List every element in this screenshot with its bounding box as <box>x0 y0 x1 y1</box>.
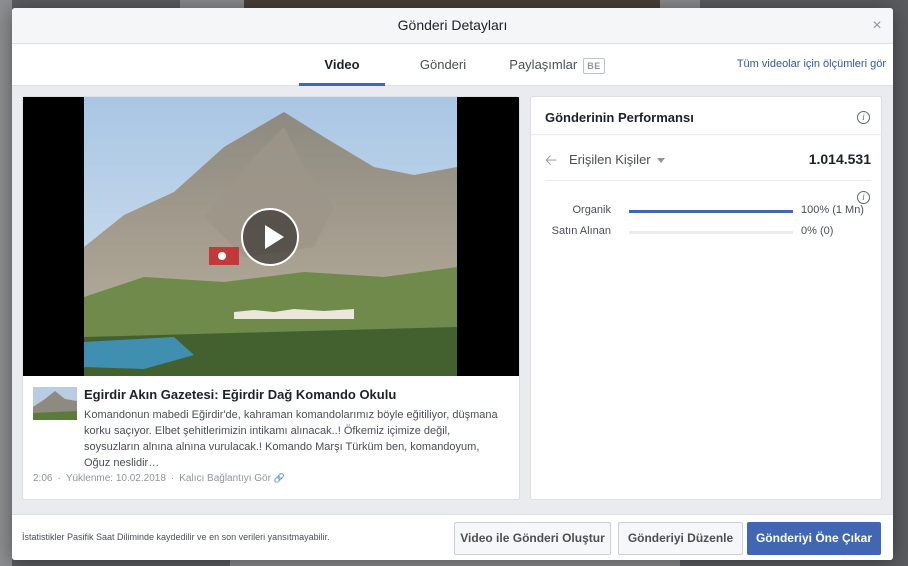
video-card: Egirdir Akın Gazetesi: Eğirdir Dağ Koman… <box>22 96 520 500</box>
create-post-with-video-button[interactable]: Video ile Gönderi Oluştur <box>454 522 611 555</box>
background-left-column <box>0 0 12 566</box>
play-button[interactable] <box>241 208 299 266</box>
metric-dropdown[interactable]: Erişilen Kişiler <box>569 152 665 167</box>
beta-badge: BE <box>583 57 605 74</box>
video-mini-thumbnail <box>33 387 77 420</box>
back-arrow-icon[interactable]: 🡠 <box>545 150 557 175</box>
video-meta: 2:06 · Yüklenme: 10.02.2018 · Kalıcı Bağlant… <box>33 473 285 484</box>
organic-bar-row: Organik 100% (1 Mn) <box>531 204 871 220</box>
tab-video-label: Video <box>324 57 360 72</box>
organic-bar-track <box>629 210 793 213</box>
video-player[interactable] <box>23 97 519 376</box>
edit-post-button[interactable]: Gönderiyi Düzenle <box>618 522 743 555</box>
tab-bar: Video Gönderi Paylaşımlar BE Tüm videolar… <box>12 44 893 86</box>
paid-bar-row: Satın Alınan 0% (0) <box>531 225 871 241</box>
boost-post-button[interactable]: Gönderiyi Öne Çıkar <box>747 522 881 555</box>
divider <box>531 134 881 135</box>
info-icon[interactable]: i <box>857 191 870 204</box>
performance-title: Gönderinin Performansı <box>545 110 694 125</box>
tab-post[interactable]: Gönderi <box>407 44 479 86</box>
link-icon: 🔗 <box>273 473 285 483</box>
video-title[interactable]: Egirdir Akın Gazetesi: Eğirdir Dağ Koman… <box>84 387 396 402</box>
metric-label: Erişilen Kişiler <box>569 152 651 167</box>
dialog-header: Gönderi Detayları × <box>12 8 893 44</box>
organic-bar-fill <box>629 210 793 213</box>
paid-bar-track <box>629 231 793 234</box>
dialog-title: Gönderi Detayları <box>397 17 508 33</box>
dialog-content: Egirdir Akın Gazetesi: Eğirdir Dağ Koman… <box>22 96 883 501</box>
video-duration: 2:06 <box>33 473 53 484</box>
info-icon[interactable]: i <box>857 111 870 124</box>
chevron-down-icon <box>656 158 665 164</box>
tab-video[interactable]: Video <box>299 44 385 86</box>
tab-shares-label: Paylaşımlar <box>509 57 578 72</box>
organic-label: Organik <box>572 204 611 216</box>
paid-value: 0% (0) <box>801 225 834 237</box>
performance-card: Gönderinin Performansı i 🡠 Erişilen Kişi… <box>530 96 882 500</box>
tab-post-label: Gönderi <box>419 57 467 72</box>
reach-metric-row: 🡠 Erişilen Kişiler 1.014.531 <box>545 149 871 171</box>
permalink-link[interactable]: Kalıcı Bağlantıyı Gör <box>179 473 271 484</box>
organic-value: 100% (1 Mn) <box>801 204 864 216</box>
timezone-note: İstatistikler Pasifik Saat Diliminde kay… <box>22 532 330 542</box>
video-description: Komandonun mabedi Eğirdir'de, kahraman k… <box>84 409 498 469</box>
upload-date: Yüklenme: 10.02.2018 <box>65 473 166 484</box>
close-icon[interactable]: × <box>869 18 885 34</box>
tab-shares[interactable]: Paylaşımlar BE <box>502 44 612 86</box>
all-videos-metrics-link[interactable]: Tüm videolar için ölçümleri gör <box>737 58 886 70</box>
post-details-dialog: Gönderi Detayları × Video Gönderi Paylaş… <box>12 8 893 560</box>
divider <box>545 180 871 181</box>
dialog-footer: İstatistikler Pasifik Saat Diliminde kay… <box>12 514 893 560</box>
reach-value: 1.014.531 <box>808 151 871 167</box>
paid-label: Satın Alınan <box>551 225 611 237</box>
background-photo <box>244 0 660 8</box>
